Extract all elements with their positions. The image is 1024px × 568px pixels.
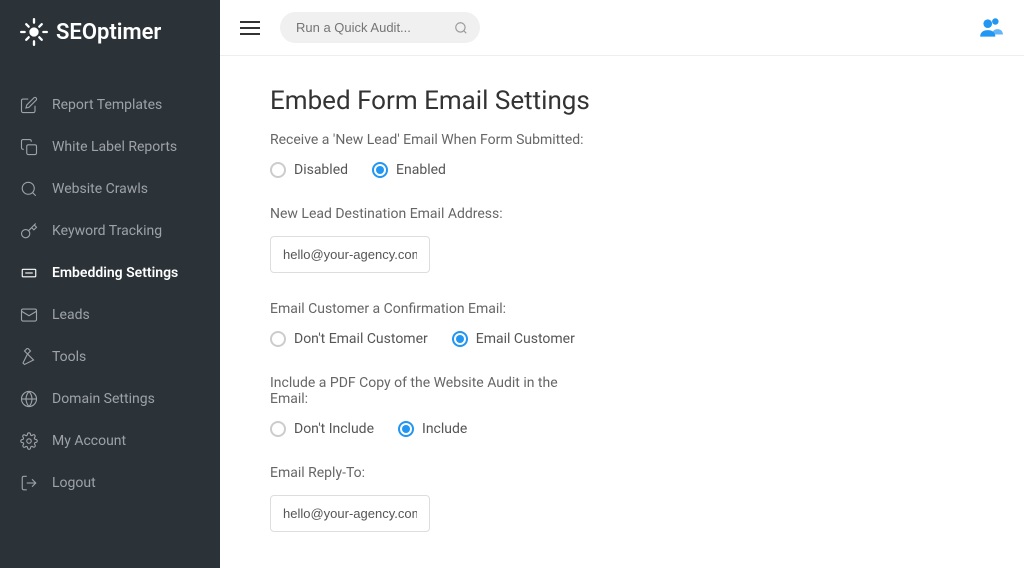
sidebar-item-label: Embedding Settings (52, 265, 178, 281)
search-input[interactable] (280, 12, 480, 43)
sidebar-item-white-label-reports[interactable]: White Label Reports (0, 126, 220, 168)
sidebar-item-label: Logout (52, 475, 96, 491)
sidebar-item-logout[interactable]: Logout (0, 462, 220, 504)
radio-label: Don't Email Customer (294, 331, 428, 347)
logo-icon (20, 18, 48, 46)
reply-to-label: Email Reply-To: (270, 465, 590, 481)
confirm-radio-group: Don't Email Customer Email Customer (270, 331, 974, 347)
radio-icon (452, 331, 468, 347)
new-lead-label: Receive a 'New Lead' Email When Form Sub… (270, 132, 590, 148)
new-lead-disabled-radio[interactable]: Disabled (270, 162, 348, 178)
search-icon (454, 21, 468, 35)
users-icon[interactable] (978, 15, 1004, 41)
main: Embed Form Email Settings Receive a 'New… (220, 0, 1024, 568)
nav: Report Templates White Label Reports Web… (0, 84, 220, 504)
logo[interactable]: SEOptimer (0, 0, 220, 64)
reply-to-input[interactable] (270, 495, 430, 532)
logout-icon (20, 474, 38, 492)
gear-icon (20, 432, 38, 450)
radio-icon (372, 162, 388, 178)
edit-icon (20, 96, 38, 114)
embed-icon (20, 264, 38, 282)
pdf-label: Include a PDF Copy of the Website Audit … (270, 375, 590, 407)
hammer-icon (20, 348, 38, 366)
content: Embed Form Email Settings Receive a 'New… (220, 56, 1024, 568)
sidebar-item-label: Domain Settings (52, 391, 155, 407)
search-icon (20, 180, 38, 198)
sidebar-item-label: Report Templates (52, 97, 162, 113)
sidebar-item-my-account[interactable]: My Account (0, 420, 220, 462)
sidebar-item-website-crawls[interactable]: Website Crawls (0, 168, 220, 210)
hamburger-menu[interactable] (240, 17, 260, 39)
dest-email-label: New Lead Destination Email Address: (270, 206, 590, 222)
pdf-do-radio[interactable]: Include (398, 421, 467, 437)
radio-icon (270, 421, 286, 437)
sidebar-item-label: Leads (52, 307, 90, 323)
sidebar-item-report-templates[interactable]: Report Templates (0, 84, 220, 126)
sidebar-item-label: My Account (52, 433, 126, 449)
sidebar-item-label: Keyword Tracking (52, 223, 162, 239)
mail-icon (20, 306, 38, 324)
sidebar-item-label: Tools (52, 349, 86, 365)
copy-icon (20, 138, 38, 156)
new-lead-radio-group: Disabled Enabled (270, 162, 974, 178)
sidebar-item-domain-settings[interactable]: Domain Settings (0, 378, 220, 420)
globe-icon (20, 390, 38, 408)
search-box (280, 12, 480, 43)
sidebar-item-leads[interactable]: Leads (0, 294, 220, 336)
pdf-radio-group: Don't Include Include (270, 421, 974, 437)
radio-icon (398, 421, 414, 437)
pdf-dont-radio[interactable]: Don't Include (270, 421, 374, 437)
sidebar-item-label: White Label Reports (52, 139, 177, 155)
radio-label: Don't Include (294, 421, 374, 437)
confirm-dont-radio[interactable]: Don't Email Customer (270, 331, 428, 347)
brand-name: SEOptimer (56, 20, 161, 45)
page-title: Embed Form Email Settings (270, 86, 974, 116)
radio-label: Include (422, 421, 467, 437)
confirm-label: Email Customer a Confirmation Email: (270, 301, 590, 317)
new-lead-enabled-radio[interactable]: Enabled (372, 162, 446, 178)
sidebar-item-keyword-tracking[interactable]: Keyword Tracking (0, 210, 220, 252)
radio-icon (270, 162, 286, 178)
sidebar-item-tools[interactable]: Tools (0, 336, 220, 378)
topbar (220, 0, 1024, 56)
confirm-do-radio[interactable]: Email Customer (452, 331, 575, 347)
dest-email-input[interactable] (270, 236, 430, 273)
sidebar-item-label: Website Crawls (52, 181, 148, 197)
radio-label: Disabled (294, 162, 348, 178)
sidebar-item-embedding-settings[interactable]: Embedding Settings (0, 252, 220, 294)
radio-label: Enabled (396, 162, 446, 178)
radio-label: Email Customer (476, 331, 575, 347)
radio-icon (270, 331, 286, 347)
sidebar: SEOptimer Report Templates White Label R… (0, 0, 220, 568)
key-icon (20, 222, 38, 240)
